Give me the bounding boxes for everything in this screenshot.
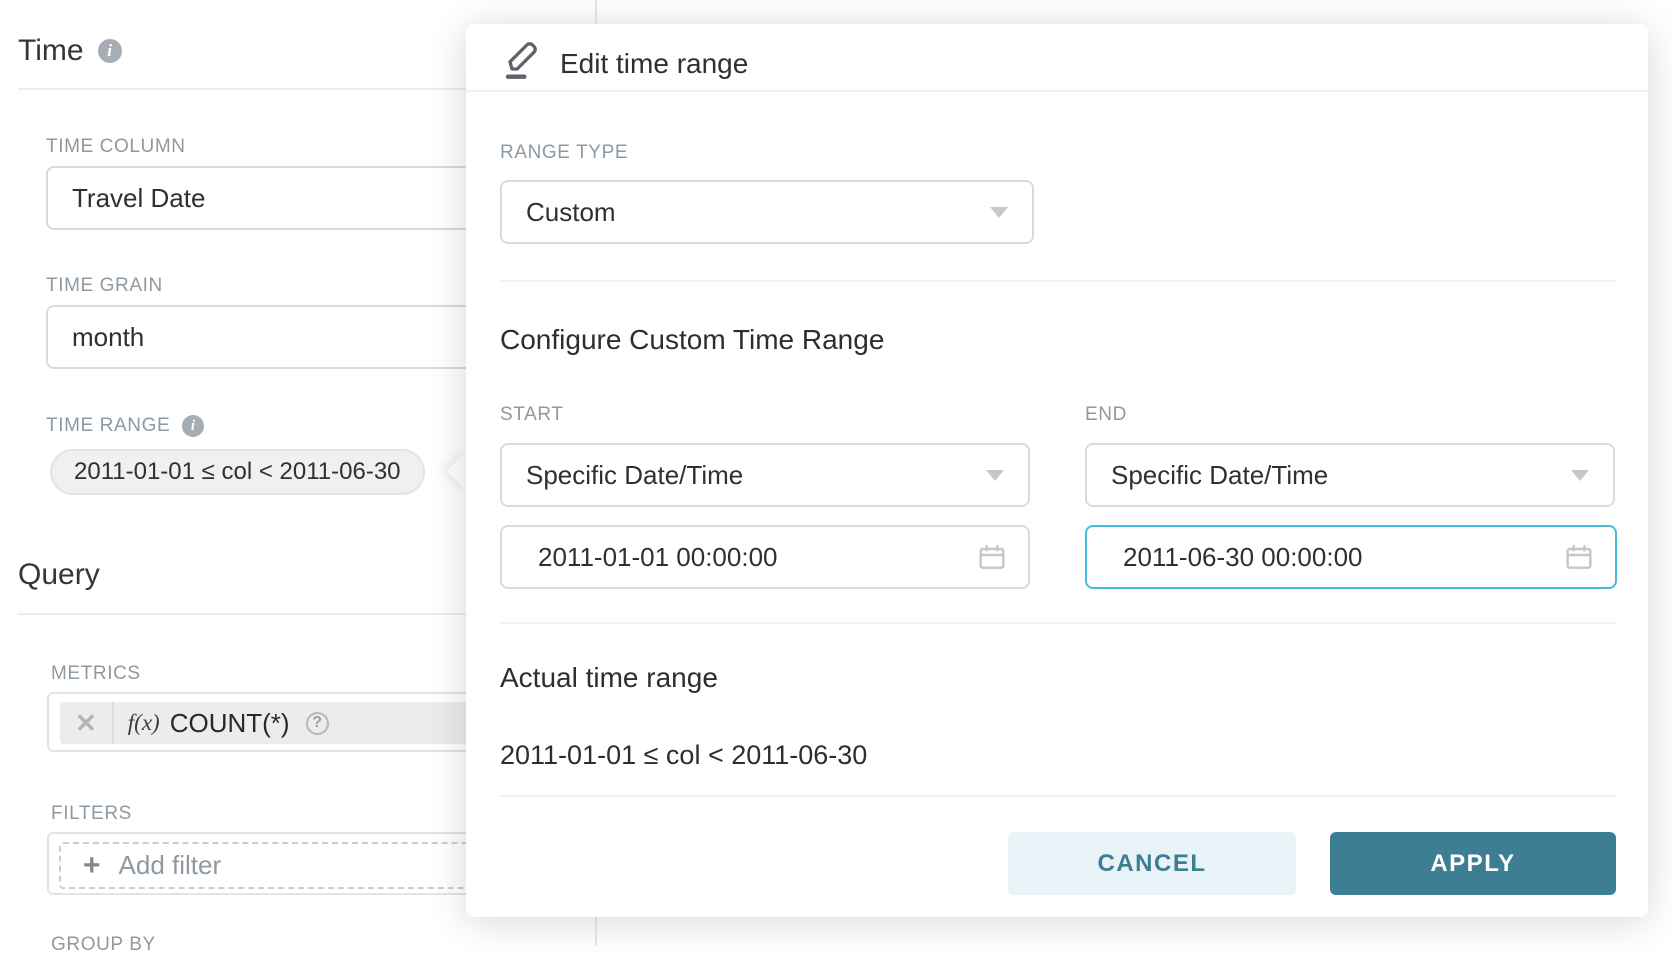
group-by-label: GROUP BY xyxy=(51,934,156,956)
chevron-down-icon xyxy=(986,470,1004,481)
chip-separator xyxy=(112,702,114,744)
section-divider xyxy=(500,622,1616,624)
start-date-input[interactable] xyxy=(500,525,1030,589)
time-section-title: Time xyxy=(18,34,84,68)
pencil-icon xyxy=(502,36,542,80)
start-mode-value: Specific Date/Time xyxy=(526,460,743,491)
plus-icon: + xyxy=(83,851,101,881)
range-type-select[interactable]: Custom xyxy=(500,180,1034,244)
footer-divider xyxy=(500,795,1616,797)
calendar-icon[interactable] xyxy=(976,541,1008,578)
time-range-pill[interactable]: 2011-01-01 ≤ col < 2011-06-30 xyxy=(50,449,425,495)
add-filter-label: Add filter xyxy=(119,850,222,881)
info-icon[interactable]: i xyxy=(182,415,204,437)
header-divider xyxy=(466,90,1648,92)
section-divider xyxy=(500,280,1616,282)
filters-label: FILTERS xyxy=(51,803,132,825)
time-column-value: Travel Date xyxy=(72,183,205,214)
info-icon[interactable]: i xyxy=(98,39,122,63)
end-mode-select[interactable]: Specific Date/Time xyxy=(1085,443,1615,507)
chevron-down-icon xyxy=(990,207,1008,218)
time-grain-value: month xyxy=(72,322,144,353)
time-range-label: TIME RANGE xyxy=(46,415,170,437)
time-grain-label: TIME GRAIN xyxy=(46,275,163,297)
popover-title: Edit time range xyxy=(560,48,748,80)
end-label: END xyxy=(1085,404,1127,426)
apply-button[interactable]: APPLY xyxy=(1330,832,1616,895)
time-range-value: 2011-01-01 ≤ col < 2011-06-30 xyxy=(74,458,401,486)
end-mode-value: Specific Date/Time xyxy=(1111,460,1328,491)
range-type-label: RANGE TYPE xyxy=(500,142,628,164)
start-date-field xyxy=(500,525,1030,589)
metrics-label: METRICS xyxy=(51,663,141,685)
time-column-label: TIME COLUMN xyxy=(46,136,186,158)
end-date-input[interactable] xyxy=(1085,525,1617,589)
end-date-field xyxy=(1085,525,1617,589)
configure-heading: Configure Custom Time Range xyxy=(500,324,884,356)
query-section-header: Query xyxy=(18,558,100,592)
chevron-down-icon xyxy=(1571,470,1589,481)
function-icon: f(x) xyxy=(128,710,160,736)
range-type-value: Custom xyxy=(526,197,616,228)
actual-range-heading: Actual time range xyxy=(500,662,718,694)
query-section-title: Query xyxy=(18,558,100,592)
start-label: START xyxy=(500,404,564,426)
close-icon[interactable]: ✕ xyxy=(60,708,112,739)
cancel-button[interactable]: CANCEL xyxy=(1008,832,1296,895)
time-section-header: Time i xyxy=(18,34,122,68)
time-range-label-row: TIME RANGE i xyxy=(46,415,204,437)
calendar-icon[interactable] xyxy=(1563,541,1595,578)
help-icon[interactable]: ? xyxy=(306,712,329,735)
actual-range-value: 2011-01-01 ≤ col < 2011-06-30 xyxy=(500,740,867,771)
metric-name: COUNT(*) xyxy=(170,708,290,739)
start-mode-select[interactable]: Specific Date/Time xyxy=(500,443,1030,507)
edit-time-range-popover: Edit time range RANGE TYPE Custom Config… xyxy=(466,24,1648,917)
